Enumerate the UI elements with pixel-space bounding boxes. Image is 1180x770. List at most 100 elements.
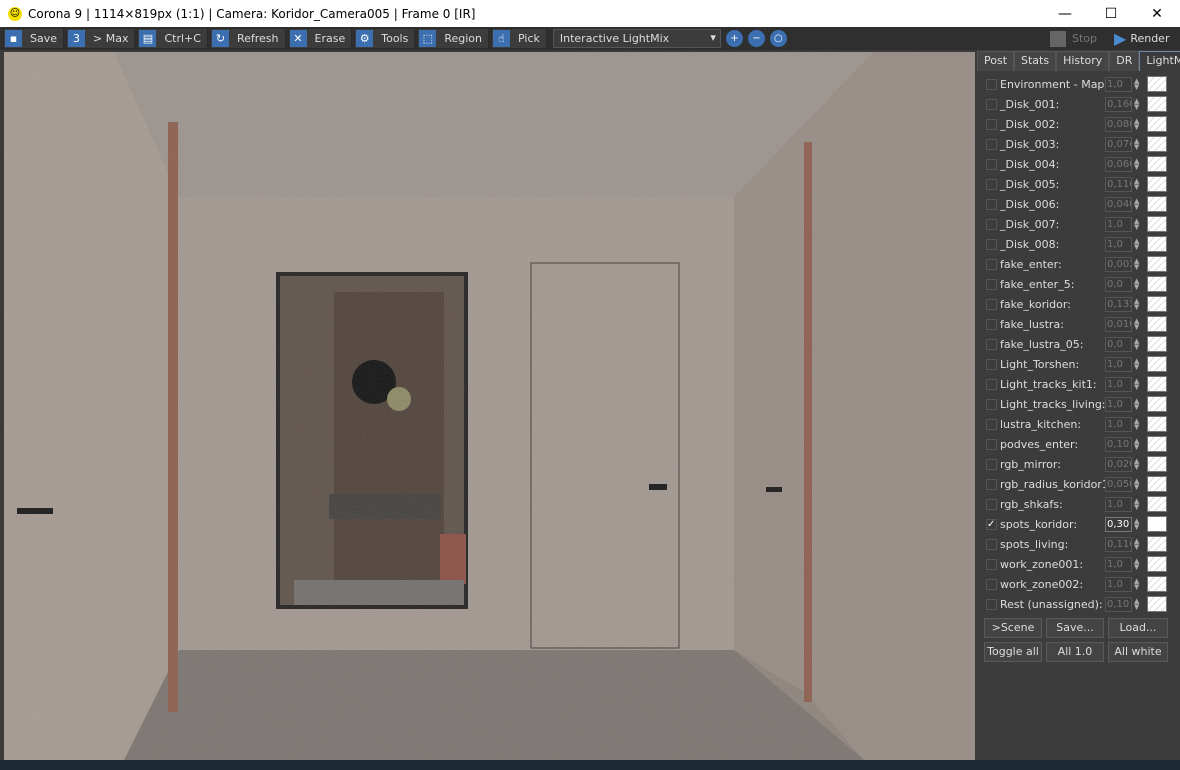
light-color-swatch[interactable] <box>1147 296 1167 312</box>
light-intensity-input[interactable]: 1,0 <box>1105 216 1132 232</box>
light-color-swatch[interactable] <box>1147 356 1167 372</box>
spinner-arrows-icon[interactable]: ▲ ▼ <box>1134 598 1139 611</box>
spinner-arrows-icon[interactable]: ▲ ▼ <box>1134 158 1139 171</box>
light-enable-checkbox[interactable] <box>986 178 997 190</box>
light-intensity-input[interactable]: 0,076 <box>1105 136 1132 152</box>
pick-button[interactable]: ☝ Pick <box>491 28 547 49</box>
stop-button[interactable]: Stop <box>1050 29 1097 48</box>
spinner-arrows-icon[interactable]: ▲ ▼ <box>1134 398 1139 411</box>
spinner-arrows-icon[interactable]: ▲ ▼ <box>1134 258 1139 271</box>
light-intensity-input[interactable]: 1,0 <box>1105 556 1132 572</box>
light-enable-checkbox[interactable] <box>986 578 997 590</box>
zoom-out-icon[interactable]: − <box>747 30 765 47</box>
tab-stats[interactable]: Stats <box>1014 51 1057 71</box>
light-enable-checkbox[interactable] <box>986 218 997 230</box>
light-intensity-input[interactable]: 0,116 <box>1105 536 1132 552</box>
light-enable-checkbox[interactable] <box>986 438 997 450</box>
light-enable-checkbox[interactable] <box>986 478 997 490</box>
light-enable-checkbox[interactable] <box>986 198 997 210</box>
light-enable-checkbox[interactable] <box>986 138 997 150</box>
tab-history[interactable]: History <box>1056 51 1110 71</box>
all-white-button[interactable]: All white <box>1108 642 1168 662</box>
light-color-swatch[interactable] <box>1147 436 1167 452</box>
light-enable-checkbox[interactable] <box>986 278 997 290</box>
light-intensity-input[interactable]: 0,116 <box>1105 176 1132 192</box>
light-enable-checkbox[interactable]: ✓ <box>986 518 997 530</box>
light-enable-checkbox[interactable] <box>986 238 997 250</box>
light-intensity-input[interactable]: 0,020 <box>1105 456 1132 472</box>
max-button[interactable]: 3 > Max <box>66 28 136 49</box>
zoom-in-icon[interactable]: + <box>725 30 743 47</box>
light-intensity-input[interactable]: 1,0 <box>1105 576 1132 592</box>
spinner-arrows-icon[interactable]: ▲ ▼ <box>1134 358 1139 371</box>
region-button[interactable]: ⬚ Region <box>417 28 490 49</box>
light-color-swatch[interactable] <box>1147 176 1167 192</box>
spinner-arrows-icon[interactable]: ▲ ▼ <box>1134 418 1139 431</box>
light-color-swatch[interactable] <box>1147 236 1167 252</box>
mode-select[interactable]: Interactive LightMix <box>552 29 721 48</box>
toggle-all-button[interactable]: Toggle all <box>984 642 1042 662</box>
light-color-swatch[interactable] <box>1147 276 1167 292</box>
light-color-swatch[interactable] <box>1147 216 1167 232</box>
render-viewport[interactable] <box>4 52 975 760</box>
light-intensity-input[interactable]: 1,0 <box>1105 396 1132 412</box>
light-intensity-input[interactable]: 0,010 <box>1105 316 1132 332</box>
light-enable-checkbox[interactable] <box>986 538 997 550</box>
light-color-swatch[interactable] <box>1147 76 1167 92</box>
spinner-arrows-icon[interactable]: ▲ ▼ <box>1134 138 1139 151</box>
zoom-fit-icon[interactable]: ○ <box>769 30 787 47</box>
tools-button[interactable]: ⚙ Tools <box>354 28 416 49</box>
light-enable-checkbox[interactable] <box>986 158 997 170</box>
spinner-arrows-icon[interactable]: ▲ ▼ <box>1134 478 1139 491</box>
light-enable-checkbox[interactable] <box>986 298 997 310</box>
light-intensity-input[interactable]: 0,160 <box>1105 96 1132 112</box>
light-intensity-input[interactable]: 0,060 <box>1105 156 1132 172</box>
spinner-arrows-icon[interactable]: ▲ ▼ <box>1134 498 1139 511</box>
light-enable-checkbox[interactable] <box>986 418 997 430</box>
spinner-arrows-icon[interactable]: ▲ ▼ <box>1134 378 1139 391</box>
tab-lightmix[interactable]: LightMix <box>1139 51 1180 71</box>
light-intensity-input[interactable]: 1,0 <box>1105 356 1132 372</box>
light-color-swatch[interactable] <box>1147 496 1167 512</box>
spinner-arrows-icon[interactable]: ▲ ▼ <box>1134 338 1139 351</box>
spinner-arrows-icon[interactable]: ▲ ▼ <box>1134 198 1139 211</box>
light-color-swatch[interactable] <box>1147 576 1167 592</box>
spinner-arrows-icon[interactable]: ▲ ▼ <box>1134 218 1139 231</box>
light-color-swatch[interactable] <box>1147 116 1167 132</box>
light-color-swatch[interactable] <box>1147 596 1167 612</box>
light-enable-checkbox[interactable] <box>986 78 997 90</box>
light-color-swatch[interactable] <box>1147 156 1167 172</box>
tab-dr[interactable]: DR <box>1109 51 1140 71</box>
spinner-arrows-icon[interactable]: ▲ ▼ <box>1134 318 1139 331</box>
spinner-arrows-icon[interactable]: ▲ ▼ <box>1134 538 1139 551</box>
light-enable-checkbox[interactable] <box>986 398 997 410</box>
spinner-arrows-icon[interactable]: ▲ ▼ <box>1134 278 1139 291</box>
spinner-arrows-icon[interactable]: ▲ ▼ <box>1134 238 1139 251</box>
to-scene-button[interactable]: >Scene <box>984 618 1042 638</box>
spinner-arrows-icon[interactable]: ▲ ▼ <box>1134 458 1139 471</box>
spinner-arrows-icon[interactable]: ▲ ▼ <box>1134 178 1139 191</box>
spinner-arrows-icon[interactable]: ▲ ▼ <box>1134 578 1139 591</box>
light-enable-checkbox[interactable] <box>986 378 997 390</box>
light-color-swatch[interactable] <box>1147 456 1167 472</box>
light-intensity-input[interactable]: 0,0 <box>1105 276 1132 292</box>
light-color-swatch[interactable] <box>1147 316 1167 332</box>
light-enable-checkbox[interactable] <box>986 258 997 270</box>
light-enable-checkbox[interactable] <box>986 598 997 610</box>
light-enable-checkbox[interactable] <box>986 498 997 510</box>
light-color-swatch[interactable] <box>1147 556 1167 572</box>
light-intensity-input[interactable]: 0,30 <box>1105 516 1132 532</box>
light-intensity-input[interactable]: 0,040 <box>1105 196 1132 212</box>
light-enable-checkbox[interactable] <box>986 458 997 470</box>
light-intensity-input[interactable]: 1,0 <box>1105 376 1132 392</box>
all-one-button[interactable]: All 1.0 <box>1046 642 1104 662</box>
light-enable-checkbox[interactable] <box>986 358 997 370</box>
light-enable-checkbox[interactable] <box>986 118 997 130</box>
light-enable-checkbox[interactable] <box>986 338 997 350</box>
light-intensity-input[interactable]: 0,132 <box>1105 296 1132 312</box>
light-color-swatch[interactable] <box>1147 96 1167 112</box>
save-lightmix-button[interactable]: Save... <box>1046 618 1104 638</box>
light-intensity-input[interactable]: 1,0 <box>1105 416 1132 432</box>
light-intensity-input[interactable]: 1,0 <box>1105 236 1132 252</box>
light-intensity-input[interactable]: 0,080 <box>1105 116 1132 132</box>
